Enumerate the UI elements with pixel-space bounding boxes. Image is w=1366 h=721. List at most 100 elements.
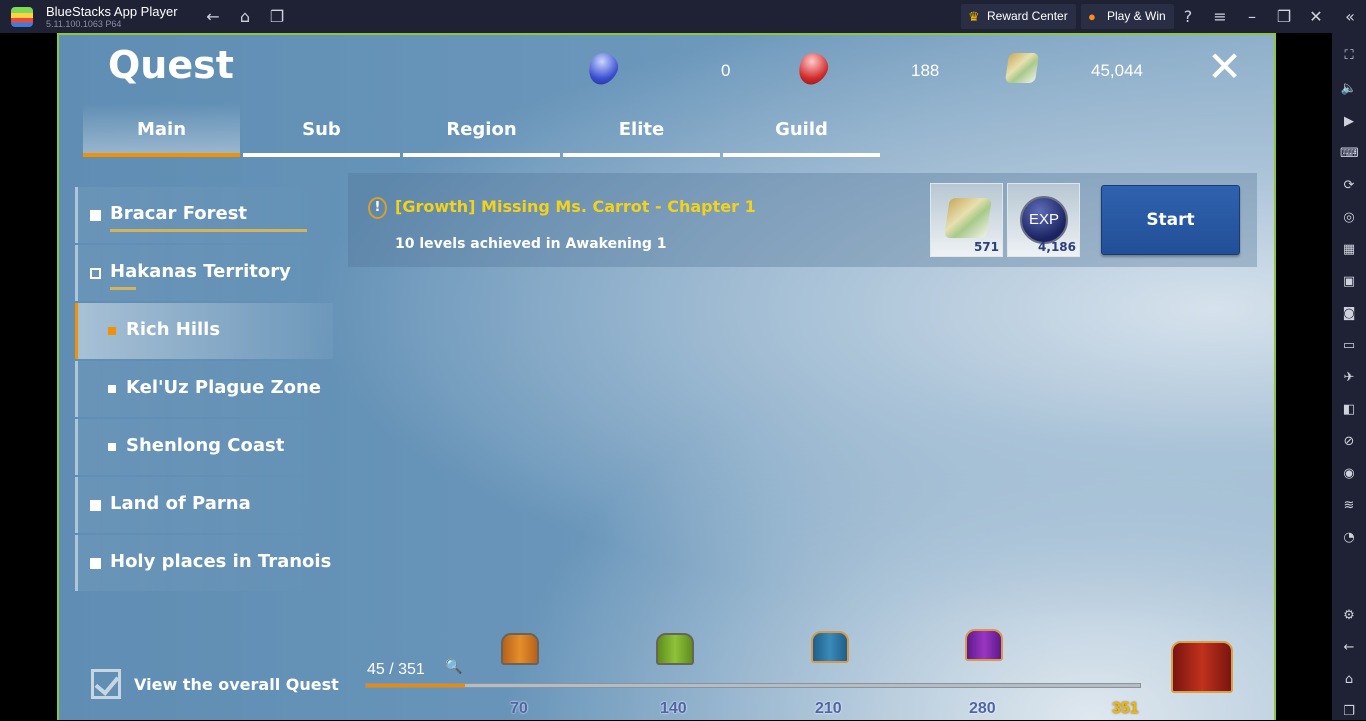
reward-center-label: Reward Center [987, 9, 1068, 23]
progress-bar [365, 683, 1141, 688]
underline [110, 229, 307, 232]
view-overall-label: View the overall Quest [134, 675, 339, 694]
folder-icon[interactable]: ▭ [1340, 337, 1358, 355]
chest-icon-210[interactable] [811, 631, 849, 663]
chest-icon-70[interactable] [501, 633, 539, 665]
right-sidebar: ⛶ 🔈 ▶ ⌨ ⟳ ◎ ▦ ▣ ◙ ▭ ✈ ◧ ⊘ ◉ ≋ ◔ ⚙ ← ⌂ ❐ [1332, 33, 1366, 720]
tab-sub[interactable]: Sub [243, 103, 400, 157]
help-icon[interactable]: ? [1178, 7, 1198, 27]
airplane-icon[interactable]: ✈ [1340, 369, 1358, 387]
performance-icon[interactable]: ▦ [1340, 241, 1358, 259]
region-label: Land of Parna [110, 493, 251, 514]
close-button[interactable]: ✕ [1207, 46, 1242, 88]
checkbox[interactable] [91, 669, 121, 699]
region-item[interactable]: Shenlong Coast [75, 419, 333, 475]
game-screen: Quest 0 188 45,044 ✕ Main Sub Region Eli… [57, 33, 1276, 720]
reward-scroll[interactable]: 571 [930, 183, 1003, 257]
start-button[interactable]: Start [1101, 185, 1240, 255]
play-win-button[interactable]: ● Play & Win [1081, 4, 1174, 29]
bluestacks-logo [11, 7, 33, 27]
chest-icon-351[interactable] [1171, 641, 1233, 693]
cursor-icon[interactable]: ▶ [1340, 113, 1358, 131]
region-label: Bracar Forest [110, 203, 248, 224]
region-label: Hakanas Territory [110, 261, 291, 282]
bullet-icon [108, 385, 116, 393]
title-bar: BlueStacks App Player 5.11.100.1063 P64 … [0, 0, 1366, 33]
bullet-icon [108, 443, 116, 451]
milestone-label: 70 [510, 700, 528, 717]
progress-text: 45 / 351 [367, 661, 425, 678]
play-win-icon: ● [1088, 9, 1096, 24]
bullet-icon [90, 558, 101, 569]
crown-icon: ♛ [968, 9, 980, 24]
region-item[interactable]: Holy places in Tranois [75, 535, 333, 591]
chest-icon-140[interactable] [656, 633, 694, 665]
layers-icon[interactable]: ≋ [1340, 497, 1358, 515]
location-icon[interactable]: ◉ [1340, 465, 1358, 483]
play-win-label: Play & Win [1107, 9, 1166, 23]
collapse-sidebar-icon[interactable]: « [1340, 7, 1360, 27]
quest-name: [Growth] Missing Ms. Carrot - Chapter 1 [395, 197, 756, 216]
scroll-icon [1004, 53, 1040, 83]
reward-count: 4,186 [1038, 240, 1076, 254]
red-gem-count: 188 [911, 61, 940, 80]
page-title: Quest [108, 43, 234, 87]
eco-mode-icon[interactable]: ⊘ [1340, 433, 1358, 451]
multi-instance-icon[interactable]: ◧ [1340, 401, 1358, 419]
bullet-icon [108, 327, 116, 335]
recent-apps-icon[interactable]: ❐ [1340, 703, 1358, 721]
screenshot-icon[interactable]: ◙ [1340, 305, 1358, 323]
fullscreen-icon[interactable]: ⛶ [1340, 47, 1358, 65]
tab-main[interactable]: Main [83, 103, 240, 157]
region-item-selected[interactable]: Rich Hills [75, 303, 333, 359]
exp-icon: EXP [1020, 196, 1068, 244]
alert-icon: ! [368, 197, 387, 219]
rotate-icon[interactable]: ◎ [1340, 209, 1358, 227]
recent-apps-icon[interactable]: ❐ [267, 7, 287, 27]
chest-icon-280[interactable] [965, 629, 1003, 661]
region-item[interactable]: Kel'Uz Plague Zone [75, 361, 333, 417]
bullet-icon [90, 268, 101, 279]
reward-count: 571 [973, 240, 999, 254]
milestone-label-final: 351 [1112, 700, 1139, 717]
apk-icon[interactable]: ▣ [1340, 273, 1358, 291]
blue-gem-icon [583, 48, 623, 90]
back-icon[interactable]: ← [1340, 639, 1358, 657]
region-label: Shenlong Coast [126, 435, 285, 456]
progress-fill [366, 684, 466, 687]
region-item[interactable]: Hakanas Territory [75, 245, 333, 301]
scroll-count: 45,044 [1091, 61, 1143, 80]
scroll-icon [944, 198, 992, 238]
speed-icon[interactable]: ◔ [1340, 529, 1358, 547]
region-label: Kel'Uz Plague Zone [126, 377, 322, 398]
milestone-label: 210 [815, 700, 842, 717]
settings-icon[interactable]: ⚙ [1340, 607, 1358, 625]
home-icon[interactable]: ⌂ [1340, 671, 1358, 689]
tab-guild[interactable]: Guild [723, 103, 880, 157]
region-item[interactable]: Land of Parna [75, 477, 333, 533]
close-window-icon[interactable]: ✕ [1306, 7, 1326, 27]
minimize-icon[interactable]: – [1242, 7, 1262, 27]
tab-region[interactable]: Region [403, 103, 560, 157]
app-version: 5.11.100.1063 P64 [46, 19, 122, 29]
keyboard-icon[interactable]: ⌨ [1340, 145, 1359, 163]
reward-exp[interactable]: EXP 4,186 [1007, 183, 1080, 257]
bullet-icon [90, 500, 101, 511]
app-title: BlueStacks App Player [46, 4, 178, 19]
home-icon[interactable]: ⌂ [235, 7, 255, 27]
quest-row[interactable]: ! [Growth] Missing Ms. Carrot - Chapter … [348, 173, 1257, 267]
volume-icon[interactable]: 🔈 [1340, 80, 1358, 98]
macro-icon[interactable]: ⟳ [1340, 177, 1358, 195]
region-item[interactable]: Bracar Forest [75, 187, 333, 243]
underline [110, 287, 136, 290]
back-icon[interactable]: ← [203, 7, 223, 27]
red-gem-icon [793, 48, 833, 90]
tab-elite[interactable]: Elite [563, 103, 720, 157]
bullet-icon [90, 210, 101, 221]
region-label: Holy places in Tranois [110, 551, 332, 572]
menu-icon[interactable]: ≡ [1210, 7, 1230, 27]
restore-icon[interactable]: ❐ [1274, 7, 1294, 27]
reward-center-button[interactable]: ♛ Reward Center [961, 4, 1076, 29]
quest-description: 10 levels achieved in Awakening 1 [395, 236, 667, 252]
magnifier-icon[interactable]: 🔍 [445, 659, 462, 675]
